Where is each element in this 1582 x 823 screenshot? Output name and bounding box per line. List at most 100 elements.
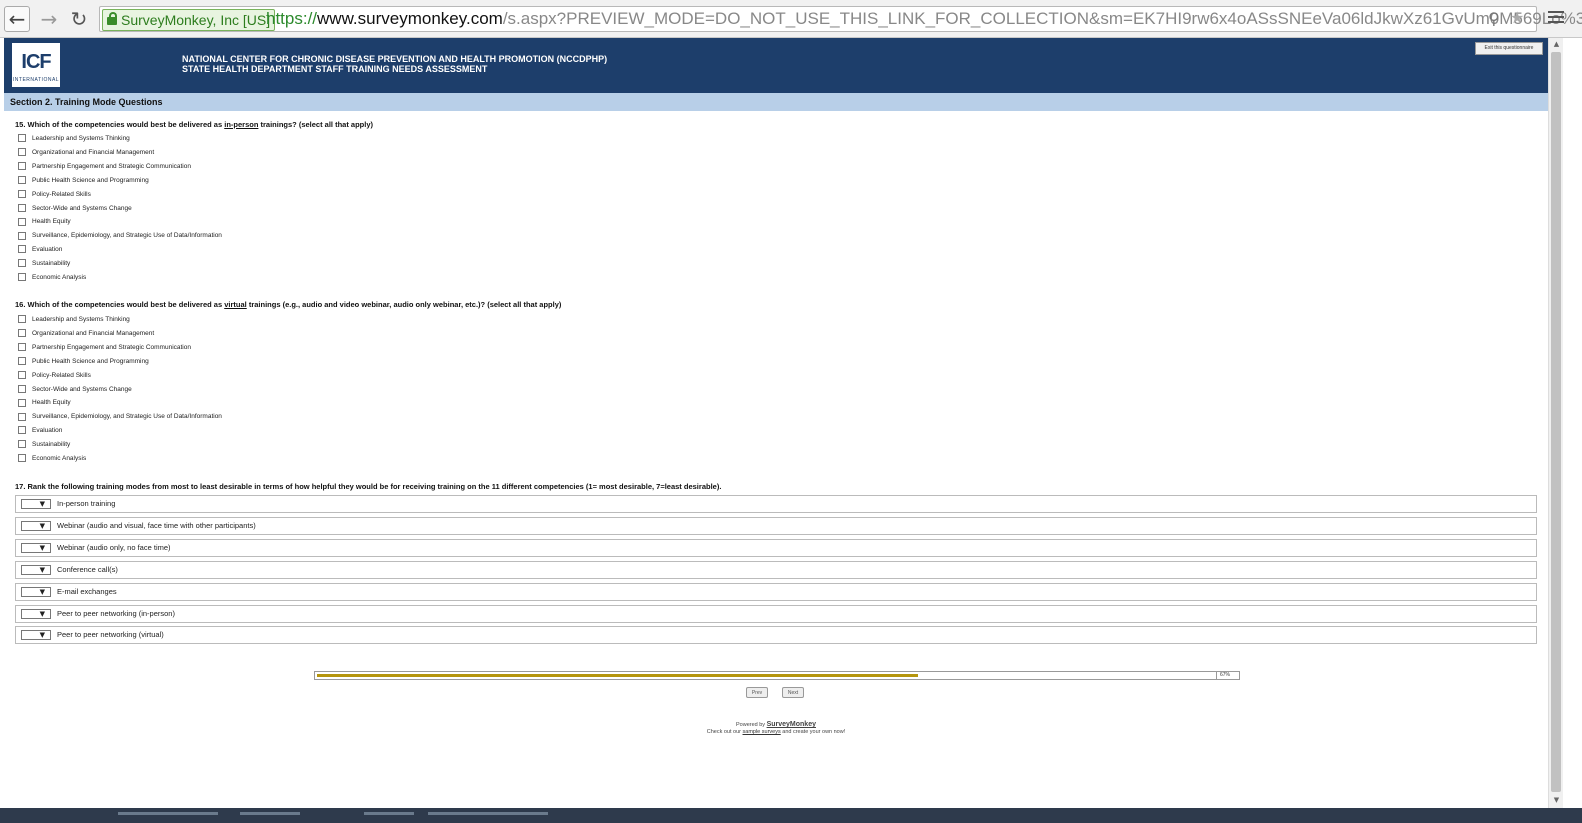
checkbox-label: Health Equity <box>32 218 71 226</box>
ranking-row: ▼ Conference call(s) <box>15 560 1537 579</box>
q16-suffix: trainings (e.g., audio and video webinar… <box>246 300 562 309</box>
site-identity-badge[interactable]: SurveyMonkey, Inc [US] <box>102 9 276 31</box>
reload-icon[interactable]: ↻ <box>66 6 92 32</box>
rank-dropdown[interactable]: ▼ <box>21 586 51 597</box>
checkbox-label: Leadership and Systems Thinking <box>32 135 130 142</box>
rank-dropdown[interactable]: ▼ <box>21 630 51 641</box>
q16-emphasis: virtual <box>224 300 247 309</box>
q15-prefix: 15. Which of the competencies would best… <box>15 120 225 129</box>
checkbox-option[interactable]: Sector-Wide and Systems Change <box>18 203 132 216</box>
prev-button[interactable]: Prev <box>746 687 768 698</box>
footer-line2-suffix: and create your own now! <box>780 729 846 735</box>
checkbox-option[interactable]: Evaluation <box>18 245 62 257</box>
checkbox[interactable] <box>18 162 26 171</box>
address-bar[interactable]: SurveyMonkey, Inc [US] https://www.surve… <box>99 6 1582 32</box>
checkbox-label: Sustainability <box>32 441 71 449</box>
checkbox-option[interactable]: Economic Analysis <box>18 273 86 285</box>
checkbox-option[interactable]: Health Equity <box>18 398 71 410</box>
next-button[interactable]: Next <box>782 687 804 698</box>
taskbar-edge <box>0 808 1582 823</box>
back-arrow-icon[interactable]: ← <box>4 6 30 32</box>
checkbox[interactable] <box>18 384 26 393</box>
checkbox[interactable] <box>18 412 26 421</box>
checkbox-option[interactable]: Public Health Science and Programming <box>18 356 149 369</box>
forward-arrow-icon[interactable]: → <box>36 6 62 32</box>
checkbox-label: Partnership Engagement and Strategic Com… <box>32 343 191 351</box>
rank-dropdown[interactable]: ▼ <box>21 542 51 553</box>
checkbox-option[interactable]: Partnership Engagement and Strategic Com… <box>18 162 191 174</box>
checkbox-option[interactable]: Leadership and Systems Thinking <box>18 315 130 327</box>
checkbox-option[interactable]: Public Health Science and Programming <box>18 175 149 188</box>
checkbox[interactable] <box>18 148 26 157</box>
progress-divider <box>1216 672 1217 679</box>
checkbox-label: Leadership and Systems Thinking <box>32 316 130 323</box>
checkbox[interactable] <box>18 259 26 268</box>
checkbox-option[interactable]: Policy-Related Skills <box>18 189 91 202</box>
checkbox-option[interactable]: Economic Analysis <box>18 454 86 466</box>
checkbox-label: Economic Analysis <box>32 274 87 281</box>
survey-page: ICF INTERNATIONAL NATIONAL CENTER FOR CH… <box>4 38 1548 808</box>
checkbox-label: Public Health Science and Programming <box>32 176 149 184</box>
checkbox-option[interactable]: Sustainability <box>18 259 70 271</box>
checkbox[interactable] <box>18 454 26 463</box>
checkbox-option[interactable]: Policy-Related Skills <box>18 370 91 383</box>
rank-dropdown[interactable]: ▼ <box>21 564 51 575</box>
taskbar-tab <box>240 812 300 815</box>
url-text[interactable]: https://www.surveymonkey.com/s.aspx?PREV… <box>266 8 1582 30</box>
checkbox-option[interactable]: Health Equity <box>18 217 71 229</box>
browser-window: ← → ↻ SurveyMonkey, Inc [US] https://www… <box>0 0 1582 823</box>
checkbox[interactable] <box>18 189 26 198</box>
scroll-down-icon[interactable]: ▼ <box>1549 794 1564 806</box>
checkbox[interactable] <box>18 329 26 338</box>
powered-prefix: Powered by <box>736 722 767 728</box>
checkbox-option[interactable]: Organizational and Financial Management <box>18 148 154 160</box>
surveymonkey-link[interactable]: SurveyMonkey <box>767 721 816 728</box>
sample-surveys-link[interactable]: sample surveys <box>743 729 781 735</box>
checkbox-label: Public Health Science and Programming <box>32 357 149 365</box>
exit-button[interactable]: Exit this questionnaire <box>1475 42 1543 55</box>
checkbox[interactable] <box>18 203 26 212</box>
checkbox-option[interactable]: Surveillance, Epidemiology, and Strategi… <box>18 231 222 243</box>
site-identity-label: SurveyMonkey, Inc [US] <box>121 12 271 28</box>
ranking-label: Peer to peer networking (in-person) <box>57 608 175 618</box>
checkbox[interactable] <box>18 175 26 184</box>
checkbox[interactable] <box>18 440 26 449</box>
checkbox[interactable] <box>18 245 26 254</box>
checkbox-option[interactable]: Sustainability <box>18 440 70 452</box>
checkbox-label: Health Equity <box>32 399 71 407</box>
search-icon[interactable]: ⚲ <box>1488 9 1500 28</box>
checkbox[interactable] <box>18 273 26 282</box>
checkbox-option[interactable]: Organizational and Financial Management <box>18 329 154 341</box>
ranking-row: ▼ In-person training <box>15 495 1537 513</box>
checkbox[interactable] <box>18 315 26 324</box>
checkbox[interactable] <box>18 231 26 240</box>
menu-icon[interactable] <box>1548 8 1564 26</box>
rank-dropdown[interactable]: ▼ <box>21 499 51 509</box>
checkbox-option[interactable]: Leadership and Systems Thinking <box>18 134 130 146</box>
checkbox[interactable] <box>18 217 26 226</box>
question-17-text: 17. Rank the following training modes fr… <box>15 482 722 491</box>
url-scheme: https:// <box>266 9 318 28</box>
rank-dropdown[interactable]: ▼ <box>21 520 51 531</box>
vertical-scrollbar[interactable]: ▲ ▼ <box>1548 38 1563 808</box>
checkbox[interactable] <box>18 370 26 379</box>
checkbox[interactable] <box>18 343 26 352</box>
scroll-up-icon[interactable]: ▲ <box>1549 38 1564 50</box>
ranking-label: Webinar (audio only, no face time) <box>57 542 171 552</box>
checkbox[interactable] <box>18 398 26 407</box>
checkbox[interactable] <box>18 134 26 143</box>
checkbox[interactable] <box>18 426 26 435</box>
checkbox-option[interactable]: Evaluation <box>18 426 62 438</box>
ranking-row: ▼ Peer to peer networking (virtual) <box>15 626 1537 645</box>
rank-dropdown[interactable]: ▼ <box>21 608 51 619</box>
star-icon[interactable]: ★ <box>1510 8 1524 27</box>
scrollbar-thumb[interactable] <box>1551 52 1561 792</box>
taskbar-tab <box>428 812 548 815</box>
checkbox-option[interactable]: Surveillance, Epidemiology, and Strategi… <box>18 412 222 424</box>
checkbox[interactable] <box>18 356 26 365</box>
progress-fill <box>317 674 918 677</box>
checkbox-label: Organizational and Financial Management <box>32 329 155 337</box>
checkbox-option[interactable]: Partnership Engagement and Strategic Com… <box>18 343 191 355</box>
checkbox-label: Organizational and Financial Management <box>32 148 155 156</box>
checkbox-option[interactable]: Sector-Wide and Systems Change <box>18 384 132 397</box>
